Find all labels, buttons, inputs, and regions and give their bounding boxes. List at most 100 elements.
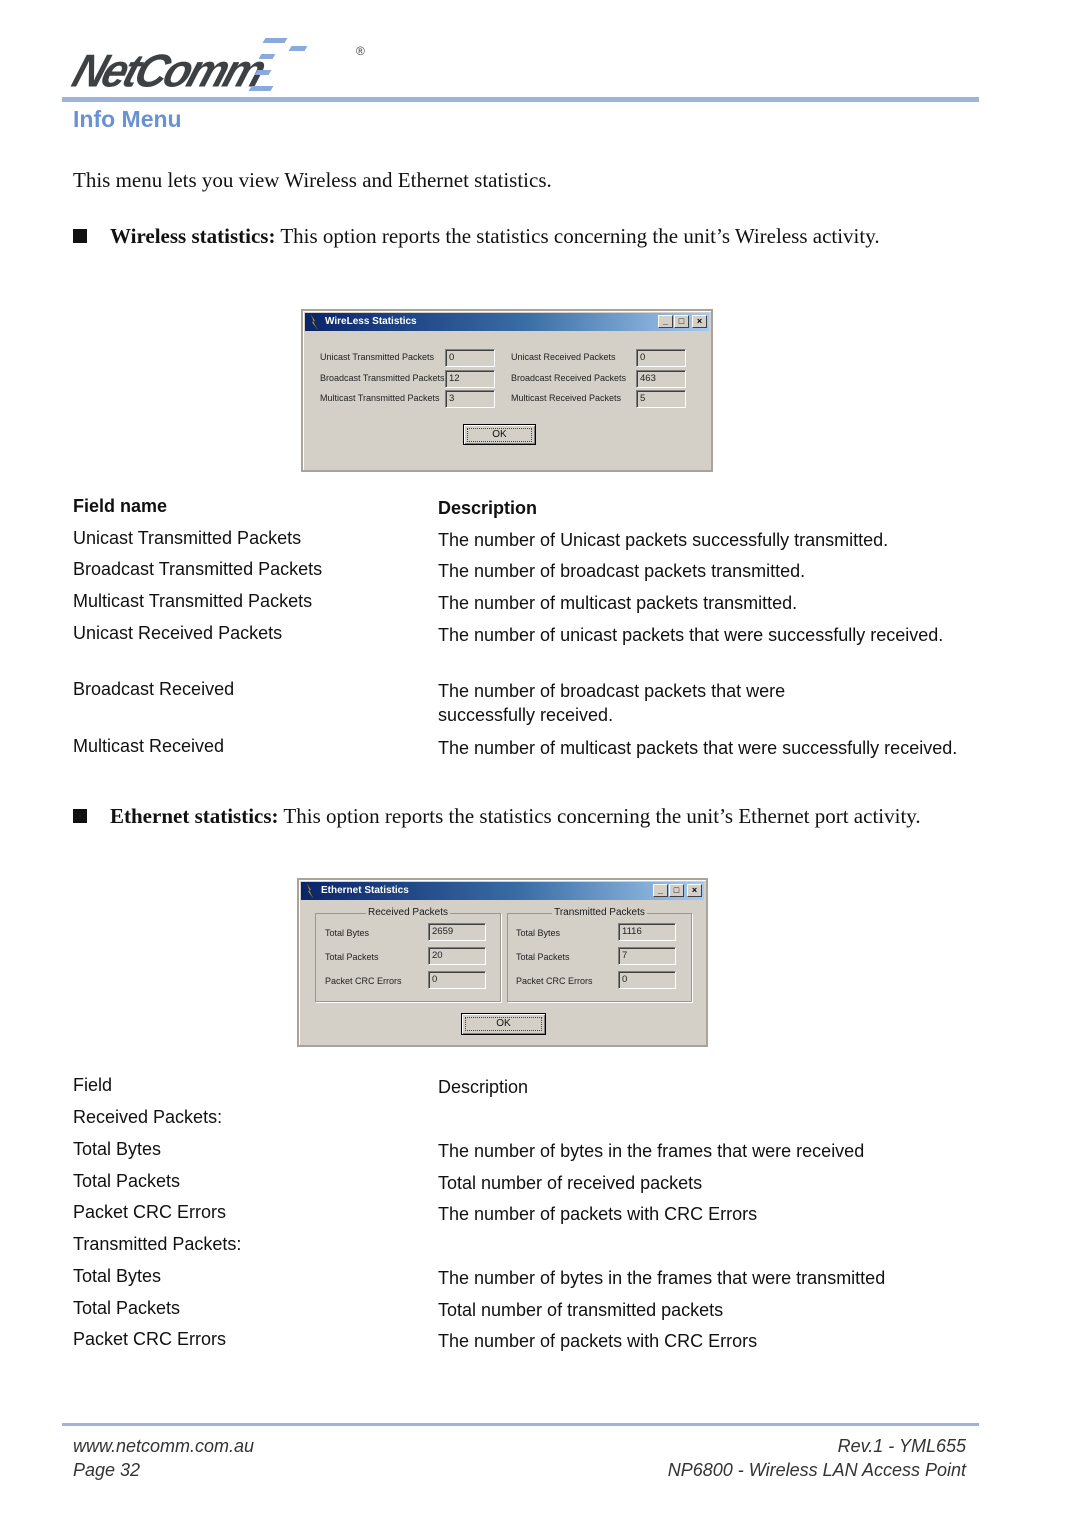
header-description: Description: [438, 1077, 529, 1097]
ethernet-bullet-lead: Ethernet statistics:: [110, 804, 279, 828]
wireless-bullet-lead: Wireless statistics:: [110, 224, 276, 248]
ok-button-label: OK: [465, 1017, 542, 1031]
transmitted-crc-errors-field[interactable]: 0: [618, 971, 676, 989]
row-field: Total Packets: [73, 1171, 181, 1191]
unicast-transmitted-field[interactable]: 0: [445, 349, 495, 367]
transmitted-packets-group: Transmitted Packets Total Bytes 1116 Tot…: [507, 907, 692, 1002]
field-label: Total Bytes: [516, 928, 561, 938]
field-label: Multicast Transmitted Packets: [320, 393, 440, 403]
footer-revision: Rev.1 - YML655: [837, 1436, 966, 1456]
row-description: The number of bytes in the frames that w…: [438, 1141, 865, 1161]
logo-dash: [248, 86, 274, 91]
ethernet-statistics-dialog: Ethernet Statistics _ □ × Received Packe…: [297, 878, 708, 1047]
maximize-button[interactable]: □: [669, 884, 684, 897]
header-field: Field: [73, 1075, 113, 1095]
broadcast-received-field[interactable]: 463: [636, 370, 686, 388]
dialog-title: WireLess Statistics: [325, 316, 417, 327]
row-field: Unicast Received Packets: [73, 623, 283, 643]
ok-button[interactable]: OK: [463, 424, 536, 445]
bullet-square-icon: [73, 229, 87, 243]
field-label: Unicast Transmitted Packets: [320, 352, 435, 362]
row-field: Broadcast Transmitted Packets: [73, 559, 323, 579]
multicast-received-field[interactable]: 5: [636, 390, 686, 408]
group-legend: Transmitted Packets: [552, 907, 647, 918]
dialog-titlebar[interactable]: Ethernet Statistics _ □ ×: [301, 882, 704, 900]
logo-dash: [262, 38, 288, 43]
logo-wordmark: NetComm: [66, 45, 270, 97]
row-description: Total number of transmitted packets: [438, 1300, 724, 1320]
wireless-bullet-text: This option reports the statistics conce…: [275, 224, 880, 248]
transmitted-total-bytes-field[interactable]: 1116: [618, 923, 676, 941]
received-crc-errors-field[interactable]: 0: [428, 971, 486, 989]
logo-dash: [288, 46, 308, 51]
footer-product: NP6800 - Wireless LAN Access Point: [667, 1460, 966, 1480]
lightning-icon: [306, 884, 314, 898]
intro-text: This menu lets you view Wireless and Eth…: [73, 168, 552, 192]
row-field: Broadcast Received: [73, 679, 235, 699]
row-description: The number of broadcast packets that wer…: [438, 681, 786, 725]
wireless-bullet: Wireless statistics: This option reports…: [73, 222, 973, 250]
ethernet-bullet: Ethernet statistics: This option reports…: [73, 802, 973, 830]
field-label: Broadcast Transmitted Packets: [320, 373, 445, 383]
received-total-packets-field[interactable]: 20: [428, 947, 486, 965]
row-description: The number of packets with CRC Errors: [438, 1331, 758, 1351]
minimize-button[interactable]: _: [653, 884, 668, 897]
minimize-button[interactable]: _: [658, 315, 673, 328]
dialog-titlebar[interactable]: WireLess Statistics _ □ ×: [305, 313, 709, 331]
row-description: The number of multicast packets transmit…: [438, 593, 798, 613]
group-legend: Received Packets: [365, 907, 451, 918]
footer-website: www.netcomm.com.au: [73, 1436, 255, 1456]
field-label: Total Bytes: [325, 928, 370, 938]
row-field: Multicast Transmitted Packets: [73, 591, 313, 611]
row-description: The number of bytes in the frames that w…: [438, 1268, 886, 1288]
close-button[interactable]: ×: [687, 884, 702, 897]
row-description: The number of Unicast packets successful…: [438, 530, 889, 550]
row-section-label: Transmitted Packets:: [73, 1234, 242, 1254]
row-field: Total Packets: [73, 1298, 181, 1318]
row-section-label: Received Packets:: [73, 1107, 223, 1127]
field-label: Packet CRC Errors: [325, 976, 402, 986]
field-label: Total Packets: [516, 952, 570, 962]
field-label: Multicast Received Packets: [511, 393, 622, 403]
maximize-button[interactable]: □: [674, 315, 689, 328]
header-rule: [62, 97, 979, 102]
row-field: Packet CRC Errors: [73, 1329, 227, 1349]
netcomm-logo: NetComm ®: [64, 34, 365, 97]
broadcast-transmitted-field[interactable]: 12: [445, 370, 495, 388]
header-field-name: Field name: [73, 496, 168, 516]
registered-mark: ®: [356, 44, 365, 58]
bullet-square-icon: [73, 809, 87, 823]
field-label: Total Packets: [325, 952, 379, 962]
row-field: Unicast Transmitted Packets: [73, 528, 302, 548]
field-label: Unicast Received Packets: [511, 352, 616, 362]
row-description: Total number of received packets: [438, 1173, 703, 1193]
received-total-bytes-field[interactable]: 2659: [428, 923, 486, 941]
row-field: Packet CRC Errors: [73, 1202, 227, 1222]
ok-button[interactable]: OK: [461, 1013, 546, 1035]
transmitted-total-packets-field[interactable]: 7: [618, 947, 676, 965]
lightning-icon: [310, 315, 318, 329]
row-description: The number of packets with CRC Errors: [438, 1204, 758, 1224]
row-description: The number of multicast packets that wer…: [438, 738, 958, 758]
logo-dash: [258, 54, 276, 59]
header-description: Description: [438, 498, 538, 518]
row-field: Total Bytes: [73, 1139, 162, 1159]
wireless-statistics-dialog: WireLess Statistics _ □ × Unicast Transm…: [301, 309, 713, 472]
field-label: Broadcast Received Packets: [511, 373, 627, 383]
ok-button-label: OK: [467, 428, 532, 442]
dialog-title: Ethernet Statistics: [321, 885, 409, 896]
row-field: Multicast Received: [73, 736, 225, 756]
close-button[interactable]: ×: [692, 315, 707, 328]
row-field: Total Bytes: [73, 1266, 162, 1286]
row-description: The number of unicast packets that were …: [438, 625, 944, 645]
received-packets-group: Received Packets Total Bytes 2659 Total …: [315, 907, 501, 1002]
ethernet-bullet-text: This option reports the statistics conce…: [278, 804, 921, 828]
logo-dash: [254, 70, 272, 75]
page-title: Info Menu: [73, 106, 182, 132]
unicast-received-field[interactable]: 0: [636, 349, 686, 367]
multicast-transmitted-field[interactable]: 3: [445, 390, 495, 408]
footer-page-number: Page 32: [73, 1460, 141, 1480]
field-label: Packet CRC Errors: [516, 976, 593, 986]
footer-rule: [62, 1423, 979, 1426]
row-description: The number of broadcast packets transmit…: [438, 561, 806, 581]
